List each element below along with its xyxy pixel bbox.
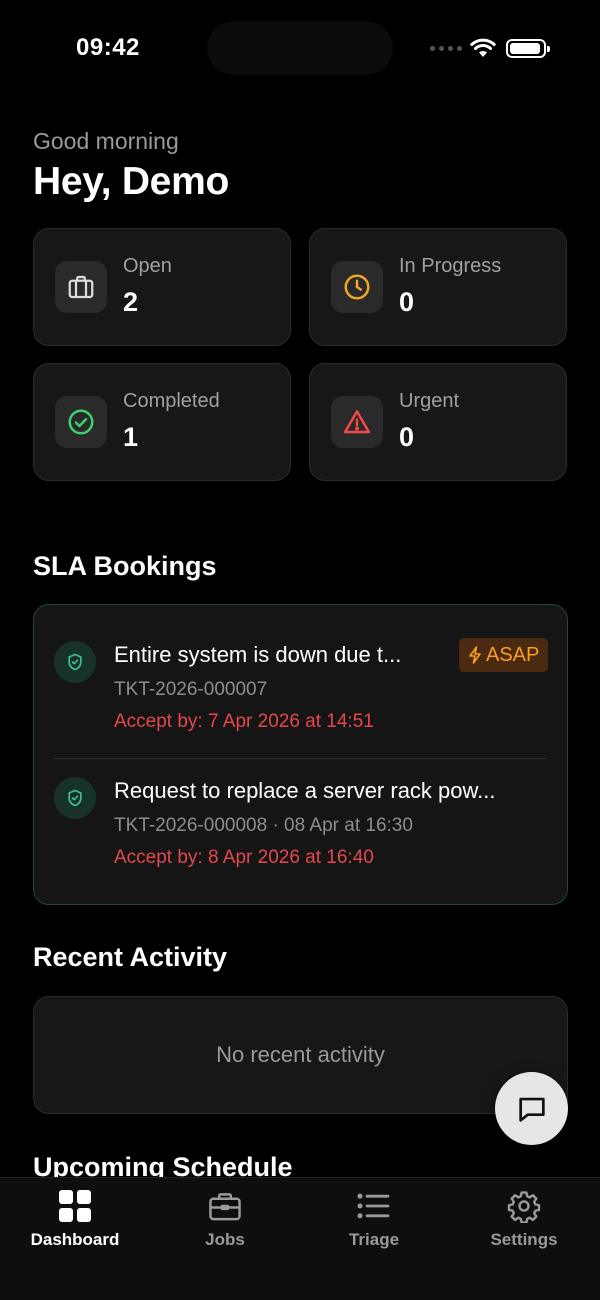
sla-section-title: SLA Bookings xyxy=(33,551,217,581)
divider xyxy=(54,758,546,759)
stat-label: Open xyxy=(123,255,172,277)
tab-label: Settings xyxy=(490,1230,558,1249)
tab-triage[interactable]: Triage xyxy=(299,1188,449,1258)
stat-label: Completed xyxy=(123,390,220,412)
check-circle-icon xyxy=(55,396,107,448)
bolt-icon xyxy=(469,646,481,664)
tab-label: Dashboard xyxy=(30,1230,120,1249)
wifi-icon xyxy=(470,38,496,57)
chat-button[interactable] xyxy=(495,1072,568,1145)
signal-icon xyxy=(430,46,462,51)
tab-label: Triage xyxy=(348,1230,400,1249)
gear-icon xyxy=(449,1188,599,1224)
tab-dashboard[interactable]: Dashboard xyxy=(0,1188,150,1258)
stat-label: In Progress xyxy=(399,255,502,277)
recent-activity-title: Recent Activity xyxy=(33,942,228,972)
sla-item-title: Request to replace a server rack pow... xyxy=(114,778,496,803)
greeting-text: Good morning xyxy=(33,128,179,154)
empty-state-text: No recent activity xyxy=(216,1042,385,1067)
status-bar: 09:42 xyxy=(0,0,600,96)
tab-settings[interactable]: Settings xyxy=(449,1188,599,1258)
sla-item-ticket: TKT-2026-000007 xyxy=(114,679,268,700)
stat-value: 0 xyxy=(399,287,415,317)
alert-triangle-icon xyxy=(331,396,383,448)
battery-icon xyxy=(506,39,550,58)
asap-badge: ASAP xyxy=(459,638,549,672)
badge-label: ASAP xyxy=(486,643,540,666)
dynamic-island xyxy=(207,21,393,75)
stat-value: 2 xyxy=(123,287,139,317)
briefcase-icon xyxy=(150,1188,300,1224)
list-icon xyxy=(299,1188,449,1224)
stat-value: 1 xyxy=(123,422,139,452)
sla-booking-item[interactable]: Entire system is down due t... ASAP TKT-… xyxy=(34,605,567,745)
chat-icon xyxy=(518,1097,545,1122)
briefcase-icon xyxy=(55,261,107,313)
stat-label: Urgent xyxy=(399,390,460,412)
tab-jobs[interactable]: Jobs xyxy=(150,1188,300,1258)
sla-item-accept-by: Accept by: 8 Apr 2026 at 16:40 xyxy=(114,847,374,868)
shield-icon xyxy=(54,641,96,683)
sla-item-accept-by: Accept by: 7 Apr 2026 at 14:51 xyxy=(114,711,374,732)
stat-value: 0 xyxy=(399,422,415,452)
bottom-tab-bar: Dashboard Jobs Triage Settings xyxy=(0,1177,600,1300)
grid-icon xyxy=(0,1188,150,1224)
stat-card-urgent[interactable]: Urgent 0 xyxy=(309,363,567,481)
sla-item-ticket: TKT-2026-000008 · 08 Apr at 16:30 xyxy=(114,815,413,836)
sla-item-title: Entire system is down due t... xyxy=(114,642,402,667)
clock-icon xyxy=(331,261,383,313)
shield-icon xyxy=(54,777,96,819)
sla-booking-item[interactable]: Request to replace a server rack pow... … xyxy=(34,760,567,900)
tab-label: Jobs xyxy=(205,1230,245,1249)
sla-bookings-card: Entire system is down due t... ASAP TKT-… xyxy=(33,604,568,905)
status-time: 09:42 xyxy=(76,34,140,61)
recent-activity-empty: No recent activity xyxy=(33,996,568,1114)
stat-card-in-progress[interactable]: In Progress 0 xyxy=(309,228,567,346)
page-title: Hey, Demo xyxy=(33,160,229,203)
dashboard-screen: 09:42 Good morning Hey, Demo Open 2 In P… xyxy=(0,0,600,1300)
stat-card-open[interactable]: Open 2 xyxy=(33,228,291,346)
stat-card-completed[interactable]: Completed 1 xyxy=(33,363,291,481)
